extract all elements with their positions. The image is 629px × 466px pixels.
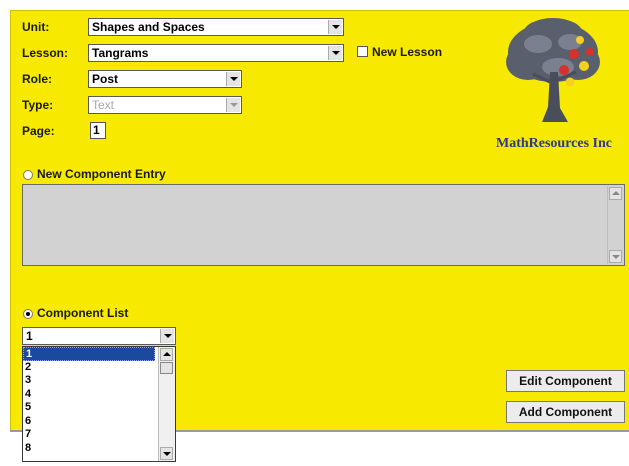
chevron-down-icon[interactable] xyxy=(160,329,174,343)
unit-label: Unit: xyxy=(22,20,50,34)
lesson-select-value: Tangrams xyxy=(92,46,149,60)
chevron-down-icon[interactable] xyxy=(328,46,342,60)
list-item[interactable]: 5 xyxy=(23,401,155,415)
chevron-down-icon xyxy=(226,98,240,112)
list-item[interactable]: 8 xyxy=(23,442,155,456)
new-lesson-label: New Lesson xyxy=(372,45,443,59)
scroll-up-icon[interactable] xyxy=(160,348,173,361)
type-select: Text xyxy=(88,96,242,114)
unit-select[interactable]: Shapes and Spaces xyxy=(88,18,344,36)
logo-text: MathResources Inc xyxy=(496,136,613,151)
component-entry-textarea[interactable] xyxy=(22,184,625,266)
component-list-select-value: 1 xyxy=(26,329,33,343)
page-label: Page: xyxy=(22,124,55,138)
edit-component-button[interactable]: Edit Component xyxy=(506,370,625,392)
lesson-select[interactable]: Tangrams xyxy=(88,44,344,62)
component-dropdown-list[interactable]: 1 2 3 4 5 6 7 8 xyxy=(22,346,176,462)
new-lesson-checkbox[interactable] xyxy=(357,46,368,57)
list-item[interactable]: 7 xyxy=(23,428,155,442)
scroll-down-icon[interactable] xyxy=(160,447,173,460)
component-list-radio[interactable] xyxy=(23,309,33,319)
list-item[interactable]: 3 xyxy=(23,374,155,388)
chevron-down-icon[interactable] xyxy=(328,20,342,34)
scroll-down-icon[interactable] xyxy=(609,250,622,263)
add-component-button[interactable]: Add Component xyxy=(506,401,625,423)
chevron-down-icon[interactable] xyxy=(226,72,240,86)
lesson-label: Lesson: xyxy=(22,46,69,60)
tree-logo-icon xyxy=(506,18,600,122)
component-list-label: Component List xyxy=(37,306,129,320)
role-label: Role: xyxy=(22,72,52,86)
list-item[interactable]: 4 xyxy=(23,388,155,402)
type-select-value: Text xyxy=(92,98,115,112)
dropdown-scrollbar[interactable] xyxy=(158,347,175,461)
textarea-scrollbar[interactable] xyxy=(607,186,623,264)
new-component-label: New Component Entry xyxy=(37,167,166,181)
list-item[interactable]: 2 xyxy=(23,361,155,375)
unit-select-value: Shapes and Spaces xyxy=(92,20,205,34)
component-list-select[interactable]: 1 xyxy=(22,327,176,345)
scroll-up-icon[interactable] xyxy=(609,187,622,200)
scroll-thumb[interactable] xyxy=(160,362,173,374)
new-component-radio[interactable] xyxy=(23,170,33,180)
type-label: Type: xyxy=(22,98,54,112)
role-select-value: Post xyxy=(92,72,119,86)
role-select[interactable]: Post xyxy=(88,70,242,88)
list-item[interactable]: 1 xyxy=(23,347,155,361)
list-item[interactable]: 6 xyxy=(23,415,155,429)
page-input[interactable]: 1 xyxy=(90,122,106,139)
